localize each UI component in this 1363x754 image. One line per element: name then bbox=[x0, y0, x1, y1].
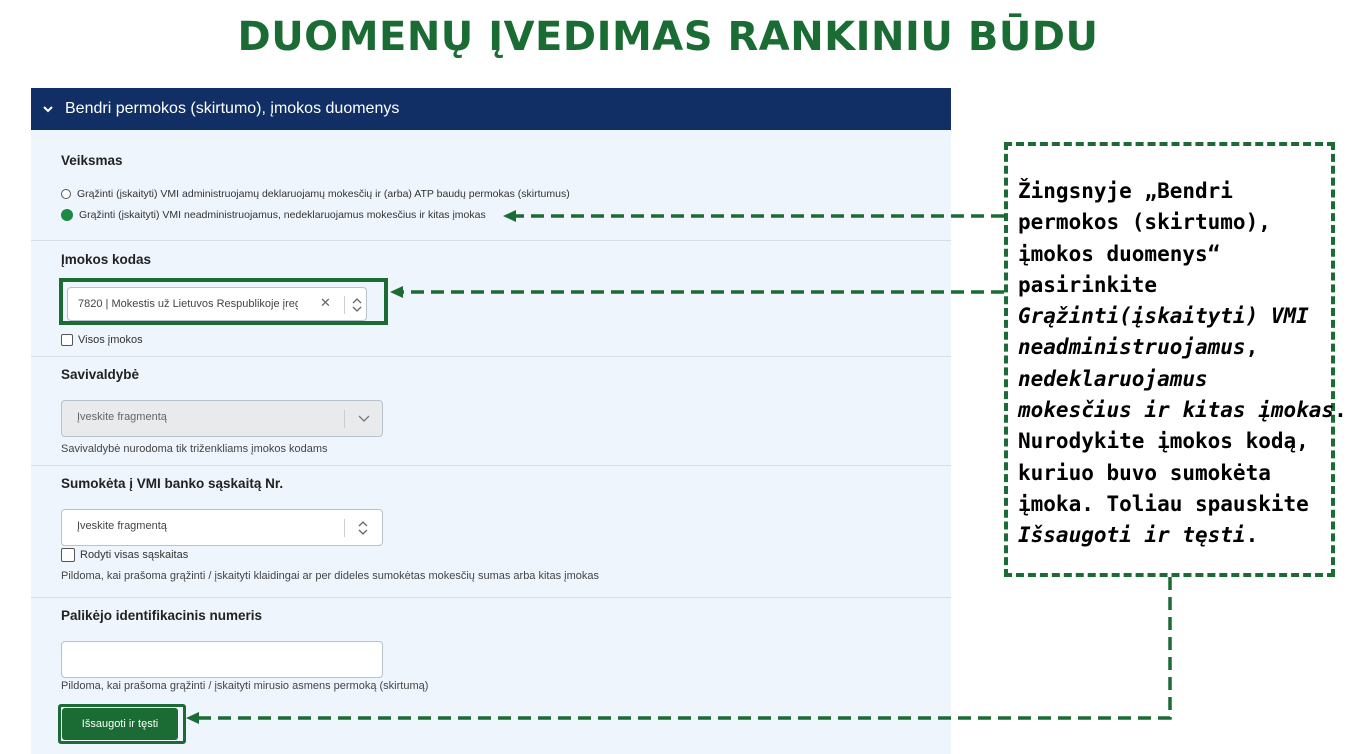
callout-line: Žingsnyje „Bendri bbox=[1018, 179, 1233, 203]
bank-account-section: Sumokėta į VMI banko sąskaitą Nr. Įveski… bbox=[31, 466, 951, 598]
action-option-2[interactable]: Grąžinti (įskaityti) VMI neadministruoja… bbox=[61, 209, 486, 221]
show-all-accounts-label: Rodyti visas sąskaitas bbox=[80, 549, 189, 561]
callout-italic: nedeklaruojamus bbox=[1018, 366, 1208, 391]
chevron-down-icon[interactable] bbox=[43, 105, 53, 113]
callout-line: nedeklaruojamus bbox=[1018, 364, 1348, 395]
callout-italic: Grąžinti(įskaityti) VMI bbox=[1018, 304, 1309, 329]
callout-line: pasirinkite bbox=[1018, 272, 1158, 297]
heir-id-hint: Pildoma, kai prašoma grąžinti / įskaityt… bbox=[61, 680, 429, 692]
callout-line: įmoka. Toliau spauskite bbox=[1018, 491, 1309, 516]
form-panel: Bendri permokos (skirtumo), įmokos duome… bbox=[31, 88, 951, 754]
select-divider bbox=[344, 410, 345, 428]
action-option-1-label: Grąžinti (įskaityti) VMI administruojamų… bbox=[77, 188, 570, 200]
payment-code-label: Įmokos kodas bbox=[61, 252, 152, 267]
radio-unchecked[interactable] bbox=[61, 189, 71, 199]
bank-account-select[interactable]: Įveskite fragmentą bbox=[61, 509, 383, 546]
municipality-hint: Savivaldybė nurodoma tik triženkliams įm… bbox=[61, 443, 328, 455]
callout-punct: . bbox=[1245, 523, 1259, 548]
panel-header[interactable]: Bendri permokos (skirtumo), įmokos duome… bbox=[31, 88, 951, 130]
callout-italic: mokesčius ir kitas įmokas bbox=[1018, 398, 1335, 423]
callout-punct: . bbox=[1334, 398, 1347, 423]
instruction-callout: Žingsnyje „Bendri permokos (skirtumo), į… bbox=[1004, 142, 1347, 577]
callout-line: neadministruojamus, bbox=[1018, 332, 1348, 363]
callout-line: Išsaugoti ir tęsti. bbox=[1018, 520, 1348, 551]
callout-line: Grąžinti(įskaityti) VMI bbox=[1018, 301, 1348, 332]
save-button-highlight bbox=[58, 704, 186, 744]
select-divider bbox=[344, 519, 345, 537]
instruction-text: Žingsnyje „Bendri permokos (skirtumo), į… bbox=[1018, 176, 1348, 552]
callout-italic: neadministruojamus bbox=[1018, 335, 1246, 360]
callout-line: permokos (skirtumo), bbox=[1018, 210, 1271, 235]
callout-line: kuriuo buvo sumokėta bbox=[1018, 460, 1271, 485]
bank-account-label: Sumokėta į VMI banko sąskaitą Nr. bbox=[61, 476, 284, 491]
action-option-1[interactable]: Grąžinti (įskaityti) VMI administruojamų… bbox=[61, 188, 570, 200]
municipality-placeholder: Įveskite fragmentą bbox=[77, 411, 167, 423]
action-label: Veiksmas bbox=[61, 153, 123, 168]
callout-line: mokesčius ir kitas įmokas. bbox=[1018, 395, 1348, 426]
heir-id-input[interactable] bbox=[61, 641, 383, 678]
payment-code-highlight bbox=[59, 278, 388, 325]
all-payments-checkbox-row[interactable]: Visos įmokos bbox=[61, 334, 143, 346]
all-payments-checkbox[interactable] bbox=[61, 334, 73, 346]
action-section: Veiksmas Grąžinti (įskaityti) VMI admini… bbox=[31, 130, 951, 241]
municipality-section: Savivaldybė Įveskite fragmentą Savivaldy… bbox=[31, 357, 951, 466]
bank-account-placeholder: Įveskite fragmentą bbox=[77, 520, 167, 532]
show-all-accounts-row[interactable]: Rodyti visas sąskaitas bbox=[61, 548, 188, 562]
panel-header-title: Bendri permokos (skirtumo), įmokos duome… bbox=[65, 100, 400, 117]
heir-id-label: Palikėjo identifikacinis numeris bbox=[61, 608, 263, 623]
callout-italic: Išsaugoti ir tęsti bbox=[1018, 523, 1246, 548]
chevron-down-icon[interactable] bbox=[358, 413, 370, 426]
action-option-2-label: Grąžinti (įskaityti) VMI neadministruoja… bbox=[79, 209, 486, 221]
all-payments-label: Visos įmokos bbox=[78, 334, 143, 346]
chevron-updown-icon[interactable] bbox=[357, 518, 369, 541]
radio-checked[interactable] bbox=[61, 209, 73, 221]
municipality-select[interactable]: Įveskite fragmentą bbox=[61, 400, 383, 437]
callout-line: įmokos duomenys“ bbox=[1018, 241, 1221, 266]
slide-title: DUOMENŲ ĮVEDIMAS RANKINIU BŪDU bbox=[237, 14, 1099, 60]
municipality-label: Savivaldybė bbox=[61, 367, 140, 382]
bank-account-hint: Pildoma, kai prašoma grąžinti / įskaityt… bbox=[61, 570, 600, 582]
show-all-accounts-checkbox[interactable] bbox=[61, 548, 75, 562]
callout-punct: , bbox=[1245, 335, 1259, 360]
callout-line: Nurodykite įmokos kodą, bbox=[1018, 429, 1309, 454]
